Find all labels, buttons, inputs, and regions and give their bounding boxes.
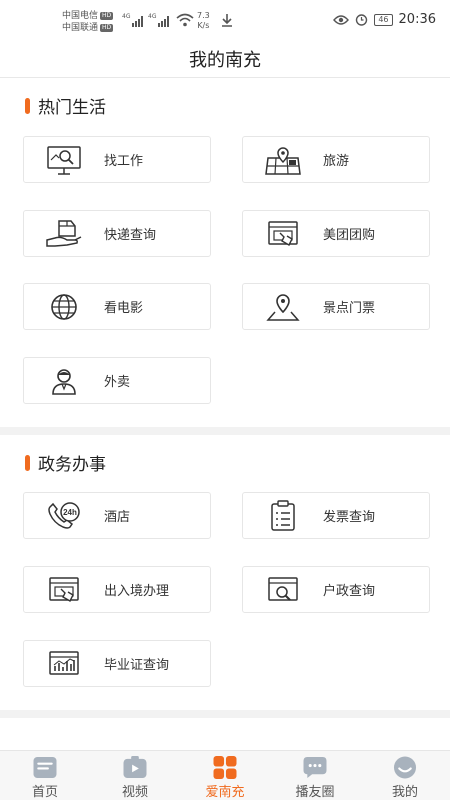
tab-video[interactable]: 视频 — [90, 751, 180, 800]
service-label: 发票查询 — [323, 510, 376, 525]
service-label: 景点门票 — [323, 301, 376, 316]
service-card-diploma[interactable]: 毕业证查询 — [23, 640, 211, 687]
service-card-invoice[interactable]: 发票查询 — [242, 492, 430, 539]
location-pin-icon — [243, 292, 323, 322]
service-label: 酒店 — [104, 510, 131, 525]
service-label: 旅游 — [323, 154, 350, 169]
service-card-hotel[interactable]: 24h 酒店 — [23, 492, 211, 539]
tab-mine[interactable]: 我的 — [360, 751, 450, 800]
page-title: 我的南充 — [189, 50, 261, 71]
svg-text:24h: 24h — [63, 508, 77, 517]
grid-apps-icon — [213, 756, 237, 779]
tab-label: 爱南充 — [205, 785, 245, 800]
tab-label: 视频 — [121, 785, 148, 800]
status-right-icons: 46 20:36 — [333, 12, 436, 27]
section-divider — [0, 427, 450, 435]
carrier-info: 中国电信 HD 中国联通 HD — [62, 10, 114, 34]
delivery-person-icon — [24, 366, 104, 396]
section-title-hot-life: 热门生活 — [25, 93, 106, 118]
network-type-1: 4G — [122, 13, 131, 20]
section-accent-bar — [25, 97, 30, 114]
eye-icon — [333, 14, 350, 25]
status-bar: 中国电信 HD 中国联通 HD 4G 4G 7.3 K/s 46 20:36 — [0, 0, 450, 42]
service-label: 看电影 — [104, 301, 144, 316]
globe-movie-icon — [24, 292, 104, 322]
tab-circle[interactable]: 播友圈 — [270, 751, 360, 800]
browser-search-icon — [243, 575, 323, 605]
service-card-takeout[interactable]: 外卖 — [23, 357, 211, 404]
tab-label: 播友圈 — [295, 785, 335, 800]
clipboard-list-icon — [243, 499, 323, 532]
section-title-government: 政务办事 — [25, 450, 106, 475]
section-divider — [0, 710, 450, 718]
service-label: 户政查询 — [323, 584, 376, 599]
download-icon — [222, 14, 232, 27]
service-card-travel[interactable]: 旅游 — [242, 136, 430, 183]
app-header: 我的南充 — [0, 42, 450, 78]
signal-icon-1: 4G — [122, 13, 144, 27]
hd-badge-2: HD — [100, 23, 114, 32]
network-type-2: 4G — [148, 13, 157, 20]
browser-hand-icon — [24, 575, 104, 605]
service-label: 外卖 — [104, 375, 131, 390]
home-doc-icon — [33, 756, 57, 779]
service-card-job[interactable]: 找工作 — [23, 136, 211, 183]
section-accent-bar — [25, 454, 30, 471]
service-card-exit-entry[interactable]: 出入境办理 — [23, 566, 211, 613]
group-buy-icon — [243, 219, 323, 249]
service-card-tickets[interactable]: 景点门票 — [242, 283, 430, 330]
network-speed: 7.3 K/s — [197, 11, 210, 30]
battery-indicator: 46 — [374, 13, 393, 26]
service-label: 快递查询 — [104, 228, 157, 243]
travel-map-icon — [243, 144, 323, 176]
service-card-groupbuy[interactable]: 美团团购 — [242, 210, 430, 257]
service-card-household[interactable]: 户政查询 — [242, 566, 430, 613]
carrier-2: 中国联通 — [62, 23, 99, 33]
carrier-1: 中国电信 — [62, 11, 99, 21]
hd-badge-1: HD — [100, 11, 114, 20]
browser-chart-icon — [24, 649, 104, 679]
bottom-tab-bar: 首页 视频 爱南充 播友圈 我的 — [0, 750, 450, 800]
tab-love-nanchong[interactable]: 爱南充 — [180, 751, 270, 800]
signal-icon-2: 4G — [148, 13, 170, 27]
tab-label: 首页 — [31, 785, 58, 800]
tab-label: 我的 — [391, 785, 418, 800]
service-card-movie[interactable]: 看电影 — [23, 283, 211, 330]
service-label: 找工作 — [104, 154, 144, 169]
video-play-icon — [123, 756, 147, 779]
job-search-icon — [24, 144, 104, 176]
phone-24h-icon: 24h — [24, 501, 104, 531]
status-time: 20:36 — [398, 12, 436, 27]
service-card-express[interactable]: 快递查询 — [23, 210, 211, 257]
service-label: 毕业证查询 — [104, 658, 170, 673]
profile-face-icon — [393, 756, 417, 779]
wifi-icon — [176, 13, 194, 27]
tab-home[interactable]: 首页 — [0, 751, 90, 800]
express-package-icon — [24, 218, 104, 250]
alarm-icon — [356, 14, 368, 26]
service-label: 美团团购 — [323, 228, 376, 243]
service-label: 出入境办理 — [104, 584, 170, 599]
chat-bubble-icon — [303, 756, 327, 779]
